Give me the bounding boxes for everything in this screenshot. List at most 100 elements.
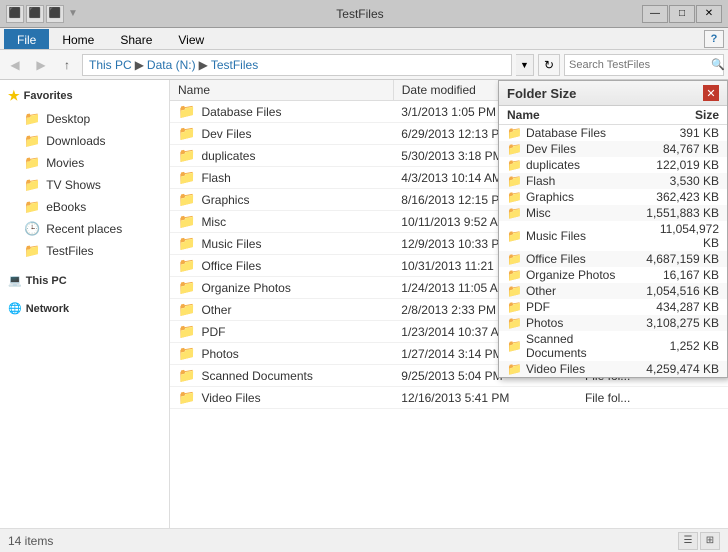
list-item[interactable]: 📁 duplicates 122,019 KB [499, 157, 727, 173]
address-dropdown[interactable]: ▼ [516, 54, 534, 76]
sidebar-item-label: Recent places [46, 222, 122, 236]
list-item[interactable]: 📁 Organize Photos 16,167 KB [499, 267, 727, 283]
tab-home[interactable]: Home [49, 29, 107, 49]
folder-icon: 📁 [24, 243, 40, 259]
folder-icon: 📁 [178, 301, 195, 318]
tab-file[interactable]: File [4, 29, 49, 49]
list-item[interactable]: 📁 Photos 3,108,275 KB [499, 315, 727, 331]
title-bar: ⬛ ⬛ ⬛ ▼ TestFiles — □ ✕ [0, 0, 728, 28]
folder-icon: 📁 [178, 323, 195, 340]
list-item[interactable]: 📁 Flash 3,530 KB [499, 173, 727, 189]
sidebar-item-testfiles[interactable]: 📁 TestFiles [0, 240, 169, 262]
sidebar-item-label: Downloads [46, 134, 105, 148]
back-button[interactable]: ◀ [4, 54, 26, 76]
close-button[interactable]: ✕ [696, 5, 722, 23]
popup-col-name: Name [499, 106, 636, 125]
favorites-header: ★ Favorites [0, 84, 169, 108]
sidebar-item-label: TestFiles [46, 244, 93, 258]
list-item[interactable]: 📁 Dev Files 84,767 KB [499, 141, 727, 157]
search-input[interactable] [569, 59, 711, 71]
sidebar-item-desktop[interactable]: 📁 Desktop [0, 108, 169, 130]
status-bar: 14 items ☰ ⊞ [0, 528, 728, 552]
folder-icon: 📁 [24, 111, 40, 127]
list-item[interactable]: 📁 Other 1,054,516 KB [499, 283, 727, 299]
folder-icon: 📁 [178, 345, 195, 362]
ribbon-tabs: File Home Share View ? [0, 28, 728, 50]
recent-icon: 🕒 [24, 221, 40, 237]
quick-access-icon-3[interactable]: ⬛ [46, 5, 64, 23]
search-icon: 🔍 [711, 58, 725, 71]
folder-icon: 📁 [24, 177, 40, 193]
sidebar-item-ebooks[interactable]: 📁 eBooks [0, 196, 169, 218]
table-row[interactable]: 📁 Video Files 12/16/2013 5:41 PM File fo… [170, 387, 728, 409]
list-item[interactable]: 📁 Misc 1,551,883 KB [499, 205, 727, 221]
list-item[interactable]: 📁 Scanned Documents 1,252 KB [499, 331, 727, 361]
help-button[interactable]: ? [704, 30, 724, 48]
view-details-button[interactable]: ☰ [678, 532, 698, 550]
folder-icon: 📁 [507, 339, 522, 353]
view-large-icons-button[interactable]: ⊞ [700, 532, 720, 550]
network-header[interactable]: 🌐 Network [0, 296, 169, 318]
folder-icon: 📁 [507, 300, 522, 314]
sidebar-item-tv-shows[interactable]: 📁 TV Shows [0, 174, 169, 196]
folder-icon: 📁 [24, 199, 40, 215]
folder-icon: 📁 [24, 133, 40, 149]
folder-icon: 📁 [178, 279, 195, 296]
sidebar-item-recent-places[interactable]: 🕒 Recent places [0, 218, 169, 240]
sidebar-item-downloads[interactable]: 📁 Downloads [0, 130, 169, 152]
tab-view[interactable]: View [165, 29, 217, 49]
this-pc-header[interactable]: 💻 This PC [0, 268, 169, 290]
minimize-button[interactable]: — [642, 5, 668, 23]
list-item[interactable]: 📁 Office Files 4,687,159 KB [499, 251, 727, 267]
folder-icon: 📁 [178, 125, 195, 142]
folder-icon: 📁 [507, 190, 522, 204]
window-controls: — □ ✕ [642, 5, 722, 23]
computer-icon: 💻 [8, 274, 22, 287]
favorites-label: Favorites [24, 90, 73, 102]
forward-button[interactable]: ▶ [30, 54, 52, 76]
quick-access-icon-1[interactable]: ⬛ [6, 5, 24, 23]
sidebar-item-movies[interactable]: 📁 Movies [0, 152, 169, 174]
up-button[interactable]: ↑ [56, 54, 78, 76]
star-icon: ★ [8, 88, 20, 104]
tab-share[interactable]: Share [107, 29, 165, 49]
popup-header: Folder Size ✕ [499, 81, 727, 106]
folder-icon: 📁 [507, 206, 522, 220]
folder-icon: 📁 [507, 142, 522, 156]
folder-icon: 📁 [507, 268, 522, 282]
main-layout: ★ Favorites 📁 Desktop 📁 Downloads 📁 Movi… [0, 80, 728, 528]
network-icon: 🌐 [8, 302, 22, 315]
folder-icon: 📁 [507, 252, 522, 266]
favorites-section: ★ Favorites 📁 Desktop 📁 Downloads 📁 Movi… [0, 84, 169, 262]
folder-icon: 📁 [507, 284, 522, 298]
folder-icon: 📁 [178, 169, 195, 186]
sidebar-item-label: eBooks [46, 200, 86, 214]
search-box[interactable]: 🔍 [564, 54, 724, 76]
path-this-pc[interactable]: This PC [89, 58, 132, 72]
refresh-button[interactable]: ↻ [538, 54, 560, 76]
path-data[interactable]: Data (N:) [147, 58, 196, 72]
list-item[interactable]: 📁 Music Files 11,054,972 KB [499, 221, 727, 251]
folder-icon: 📁 [178, 257, 195, 274]
address-path[interactable]: This PC ▶ Data (N:) ▶ TestFiles [82, 54, 512, 76]
list-item[interactable]: 📁 Video Files 4,259,474 KB [499, 361, 727, 377]
dropdown-icon[interactable]: ▼ [68, 8, 78, 19]
folder-icon: 📁 [507, 362, 522, 376]
file-list: Name Date modified Type Size 📁 Database … [170, 80, 728, 528]
list-item[interactable]: 📁 PDF 434,287 KB [499, 299, 727, 315]
folder-icon: 📁 [178, 367, 195, 384]
popup-col-size: Size [636, 106, 727, 125]
this-pc-label: This PC [26, 275, 67, 287]
folder-icon: 📁 [178, 213, 195, 230]
quick-access-icon-2[interactable]: ⬛ [26, 5, 44, 23]
list-item[interactable]: 📁 Graphics 362,423 KB [499, 189, 727, 205]
folder-icon: 📁 [178, 103, 195, 120]
this-pc-section: 💻 This PC [0, 268, 169, 290]
col-name[interactable]: Name [170, 80, 393, 101]
maximize-button[interactable]: □ [669, 5, 695, 23]
sidebar-item-label: Movies [46, 156, 84, 170]
list-item[interactable]: 📁 Database Files 391 KB [499, 125, 727, 142]
path-testfiles[interactable]: TestFiles [211, 58, 258, 72]
sidebar: ★ Favorites 📁 Desktop 📁 Downloads 📁 Movi… [0, 80, 170, 528]
popup-close-button[interactable]: ✕ [703, 85, 719, 101]
